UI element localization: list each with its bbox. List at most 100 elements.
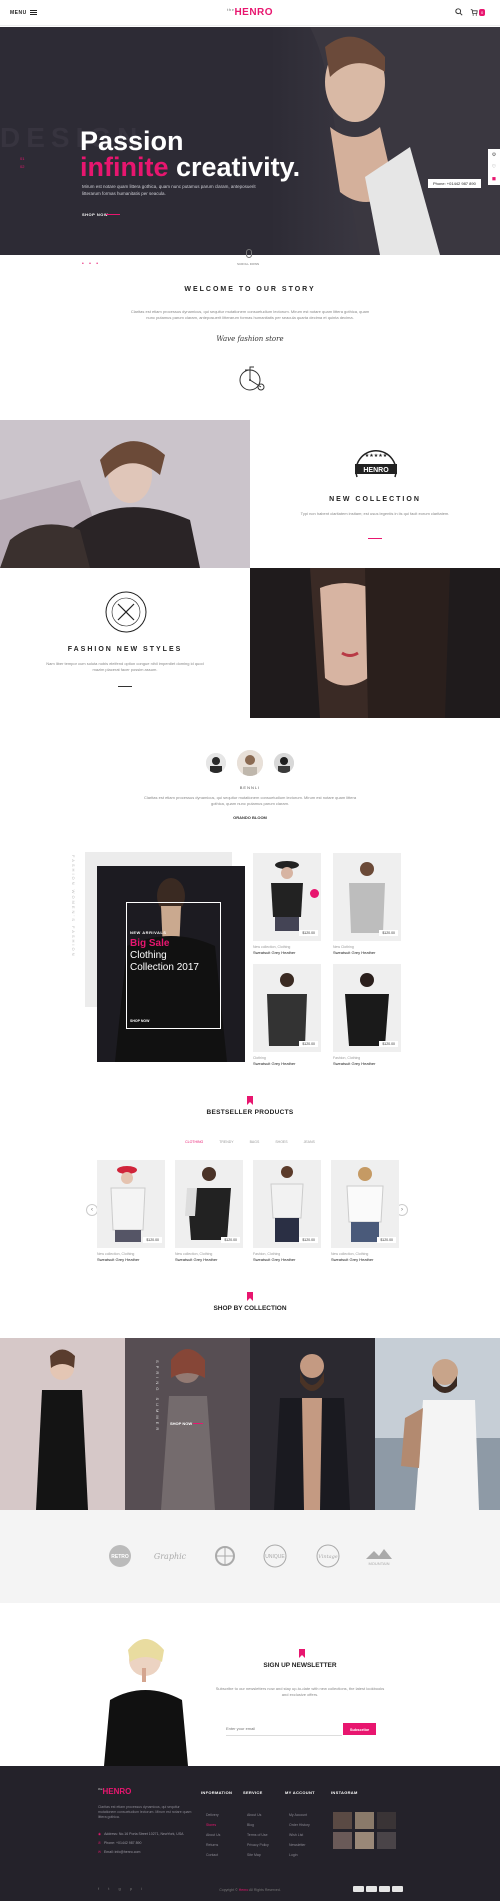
avatar[interactable] — [274, 753, 294, 773]
product-name[interactable]: Sweatsuit Grey Heather — [253, 1257, 321, 1262]
menu-label: MENU — [10, 10, 27, 16]
product-card[interactable]: $120.00 Fashion, Clothing Sweatsuit Grey… — [253, 1160, 321, 1262]
side-marker[interactable]: 01 — [20, 155, 24, 163]
payment-paypal-icon — [379, 1886, 390, 1892]
footer-email-text[interactable]: Email: info@henro.com — [104, 1850, 140, 1854]
avatar-active[interactable] — [237, 750, 263, 776]
cart-icon[interactable] — [470, 8, 478, 18]
footer-link[interactable]: Newsletter — [289, 1843, 306, 1847]
new-collection-link[interactable] — [368, 538, 382, 539]
product-image[interactable]: $120.00 — [253, 964, 321, 1052]
product-image[interactable]: $120.00 — [333, 964, 401, 1052]
product-image[interactable]: $120.00 — [175, 1160, 243, 1248]
brand-logo-unique[interactable]: UNIQUE — [258, 1543, 292, 1569]
newsletter-title: SIGN UP NEWSLETTER — [263, 1662, 337, 1669]
hero-shop-now-link[interactable]: SHOP NOW — [82, 212, 108, 217]
hero-banner: DESIGN Passion infinite creativity. Miru… — [0, 27, 500, 267]
product-name[interactable]: Sweatsuit Grey Heather — [333, 1061, 401, 1066]
footer-link[interactable]: Privacy Policy — [247, 1843, 269, 1847]
settings-icon[interactable]: ⚙ — [488, 149, 500, 161]
tab-shoes[interactable]: SHOES — [275, 1140, 287, 1144]
hero-slider-dots[interactable]: • • • — [82, 261, 100, 267]
copyright-brand[interactable]: Henro — [239, 1888, 249, 1892]
footer-link[interactable]: Order History — [289, 1823, 310, 1827]
tab-jeans[interactable]: JEANS — [304, 1140, 315, 1144]
new-collection-title: NEW COLLECTION — [329, 496, 421, 503]
footer-logo[interactable]: theHENRO — [98, 1787, 131, 1796]
instagram-thumb[interactable] — [355, 1812, 374, 1829]
brand-logo-retro[interactable]: RETRO — [103, 1543, 137, 1569]
hero-title-accent: infinite — [80, 152, 169, 182]
brand-logo-mountain[interactable]: MOUNTAIN — [362, 1543, 396, 1569]
menu-button[interactable]: MENU — [10, 9, 37, 16]
tab-bags[interactable]: BAGS — [250, 1140, 260, 1144]
product-card[interactable]: $120.00 New collection, Clothing Sweatsu… — [97, 1160, 165, 1262]
new-collection-panel — [250, 420, 500, 568]
payment-mastercard-icon — [366, 1886, 377, 1892]
quick-view-button[interactable] — [310, 889, 319, 898]
product-image[interactable]: $120.00 — [333, 853, 401, 941]
footer-link[interactable]: About Us — [206, 1833, 220, 1837]
product-price: $120.00 — [299, 1237, 318, 1243]
footer-link[interactable]: Site Map — [247, 1853, 261, 1857]
footer-link[interactable]: Contact — [206, 1853, 218, 1857]
product-image[interactable]: $120.00 — [253, 1160, 321, 1248]
footer-link[interactable]: Returns — [206, 1843, 218, 1847]
product-price: $120.00 — [377, 1237, 396, 1243]
fashion-link[interactable] — [118, 686, 132, 687]
product-card[interactable]: $120.00 New collection, Clothing Sweatsu… — [331, 1160, 399, 1262]
footer-link[interactable]: Blog — [247, 1823, 254, 1827]
product-card[interactable]: $120.00 New collection, Clothing Sweatsu… — [175, 1160, 243, 1262]
signature: Wave fashion store — [216, 335, 284, 343]
avatar[interactable] — [206, 753, 226, 773]
footer-email: ✉ Email: info@henro.com — [98, 1850, 140, 1854]
instagram-thumb[interactable] — [333, 1812, 352, 1829]
instagram-thumb[interactable] — [333, 1832, 352, 1849]
collection-vertical-text: SPRING SUMMER — [155, 1360, 160, 1434]
scroll-mouse-icon[interactable] — [246, 249, 252, 258]
heart-icon[interactable]: ♡ — [488, 161, 500, 173]
brand-logo-vintage[interactable]: Vintage — [311, 1543, 345, 1569]
instagram-thumb[interactable] — [355, 1832, 374, 1849]
cart-icon[interactable]: ◼ — [488, 173, 500, 185]
collection-shop-now-link[interactable]: SHOP NOW — [170, 1421, 192, 1426]
footer-link[interactable]: My Account — [289, 1813, 307, 1817]
footer-link[interactable]: About Us — [247, 1813, 261, 1817]
product-card[interactable]: $120.00 Clothing Sweatsuit Grey Heather — [253, 964, 321, 1066]
site-logo[interactable]: theHENRO — [222, 7, 278, 18]
product-name[interactable]: Sweatsuit Grey Heather — [331, 1257, 399, 1262]
subscribe-button[interactable]: Subscribe — [343, 1723, 376, 1735]
fashion-title: FASHION NEW STYLES — [67, 646, 183, 653]
product-name[interactable]: Sweatsuit Grey Heather — [175, 1257, 243, 1262]
payment-visa-icon — [353, 1886, 364, 1892]
product-card[interactable]: $120.00 New Clothing Sweatsuit Grey Heat… — [333, 853, 401, 955]
footer-link[interactable]: Login — [289, 1853, 298, 1857]
product-image[interactable]: $120.00 — [331, 1160, 399, 1248]
tab-trendy[interactable]: TRENDY — [219, 1140, 233, 1144]
instagram-thumb[interactable] — [377, 1832, 396, 1849]
footer-link[interactable]: Stores — [206, 1823, 216, 1827]
search-icon[interactable] — [455, 8, 463, 18]
brand-logo-ball[interactable] — [208, 1543, 242, 1569]
product-name[interactable]: Sweatsuit Grey Heather — [333, 950, 401, 955]
footer-link[interactable]: Terms of Use — [247, 1833, 268, 1837]
new-collection-text: Typi non habent claritatem insitam; est … — [300, 511, 450, 516]
collection-panel-men-suit[interactable] — [250, 1338, 375, 1510]
side-marker[interactable]: 02 — [20, 163, 24, 171]
brand-logo-graphic[interactable]: Graphic — [153, 1543, 187, 1569]
product-name[interactable]: Sweatsuit Grey Heather — [253, 950, 321, 955]
product-image[interactable]: $120.00 — [97, 1160, 165, 1248]
product-name[interactable]: Sweatsuit Grey Heather — [253, 1061, 321, 1066]
collection-panel-women[interactable] — [0, 1338, 125, 1510]
collection-panel-men-casual[interactable] — [375, 1338, 500, 1510]
featured-shop-now-link[interactable]: SHOP NOW — [130, 1019, 149, 1023]
product-name[interactable]: Sweatsuit Grey Heather — [97, 1257, 165, 1262]
tab-clothing[interactable]: CLOTHING — [185, 1140, 203, 1144]
instagram-thumb[interactable] — [377, 1812, 396, 1829]
product-card[interactable]: $120.00 New collection, Clothing Sweatsu… — [253, 853, 321, 955]
footer-link[interactable]: Wish List — [289, 1833, 303, 1837]
newsletter-email-input[interactable] — [226, 1722, 342, 1736]
footer-link[interactable]: Delivery — [206, 1813, 219, 1817]
product-card[interactable]: $120.00 Fashion, Clothing Sweatsuit Grey… — [333, 964, 401, 1066]
collection-image-woman-fur — [0, 420, 250, 568]
